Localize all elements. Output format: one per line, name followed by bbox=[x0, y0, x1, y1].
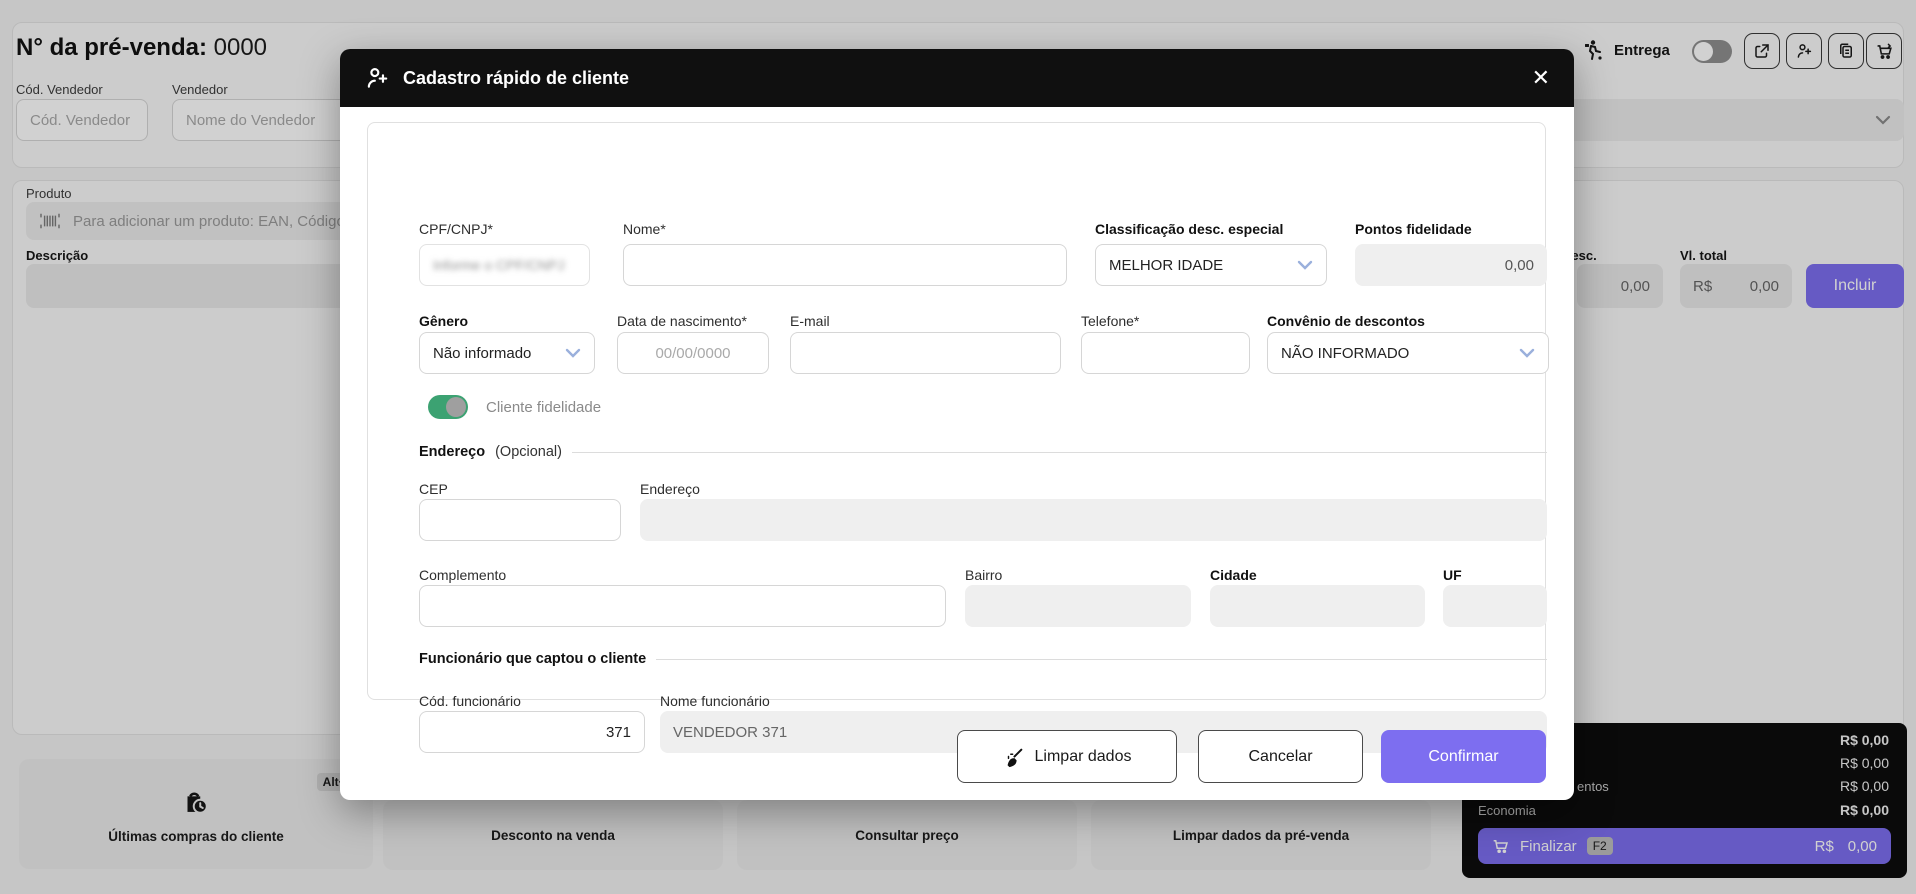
modal-title: Cadastro rápido de cliente bbox=[403, 68, 629, 89]
cpf-input[interactable]: Informe o CPF/CNPJ bbox=[419, 244, 590, 286]
complement-input[interactable] bbox=[419, 585, 946, 627]
cpf-label: CPF/CNPJ* bbox=[419, 221, 493, 237]
cep-field[interactable] bbox=[433, 512, 607, 529]
birthdate-field[interactable] bbox=[631, 345, 755, 362]
classification-value: MELHOR IDADE bbox=[1109, 257, 1223, 274]
birthdate-input[interactable] bbox=[617, 332, 769, 374]
person-add-icon bbox=[364, 65, 390, 91]
address-section-suffix: (Opcional) bbox=[495, 444, 562, 460]
employee-section-title: Funcionário que captou o cliente bbox=[419, 651, 646, 667]
address-input bbox=[640, 499, 1547, 541]
divider bbox=[656, 659, 1547, 660]
district-input bbox=[965, 585, 1191, 627]
email-field[interactable] bbox=[804, 345, 1047, 362]
phone-input[interactable] bbox=[1081, 332, 1250, 374]
close-icon[interactable]: ✕ bbox=[1532, 67, 1550, 89]
employee-section-header: Funcionário que captou o cliente bbox=[419, 651, 1547, 667]
name-input[interactable] bbox=[623, 244, 1067, 286]
classification-label: Classificação desc. especial bbox=[1095, 221, 1283, 237]
employee-name-value: VENDEDOR 371 bbox=[673, 724, 787, 741]
state-input bbox=[1443, 585, 1547, 627]
address-section-header: Endereço (Opcional) bbox=[419, 444, 1547, 460]
broom-icon bbox=[1003, 746, 1025, 768]
gender-value: Não informado bbox=[433, 345, 531, 362]
email-label: E-mail bbox=[790, 313, 830, 329]
clear-data-button[interactable]: Limpar dados bbox=[957, 730, 1177, 783]
chevron-down-icon bbox=[1297, 260, 1313, 270]
cep-input[interactable] bbox=[419, 499, 621, 541]
cep-label: CEP bbox=[419, 481, 448, 497]
discount-agreement-select[interactable]: NÃO INFORMADO bbox=[1267, 332, 1549, 374]
state-label: UF bbox=[1443, 567, 1462, 583]
name-field[interactable] bbox=[637, 257, 1053, 274]
phone-field[interactable] bbox=[1095, 345, 1236, 362]
confirm-button[interactable]: Confirmar bbox=[1381, 730, 1546, 783]
address-label: Endereço bbox=[640, 481, 700, 497]
loyalty-toggle[interactable] bbox=[428, 395, 468, 419]
employee-code-label: Cód. funcionário bbox=[419, 693, 521, 709]
modal-form-card: CPF/CNPJ* Informe o CPF/CNPJ Nome* Class… bbox=[367, 122, 1546, 700]
birthdate-label: Data de nascimento* bbox=[617, 313, 747, 329]
name-label: Nome* bbox=[623, 221, 666, 237]
discount-agreement-label: Convênio de descontos bbox=[1267, 313, 1425, 329]
district-label: Bairro bbox=[965, 567, 1002, 583]
loyalty-points-input: 0,00 bbox=[1355, 244, 1547, 286]
cpf-placeholder: Informe o CPF/CNPJ bbox=[433, 257, 564, 273]
complement-label: Complemento bbox=[419, 567, 506, 583]
cancel-button[interactable]: Cancelar bbox=[1198, 730, 1363, 783]
loyalty-points-label: Pontos fidelidade bbox=[1355, 221, 1472, 237]
address-section-title: Endereço bbox=[419, 444, 485, 460]
gender-select[interactable]: Não informado bbox=[419, 332, 595, 374]
confirm-label: Confirmar bbox=[1428, 748, 1498, 766]
loyalty-toggle-label: Cliente fidelidade bbox=[486, 399, 601, 416]
gender-label: Gênero bbox=[419, 313, 468, 329]
loyalty-points-value: 0,00 bbox=[1505, 257, 1534, 274]
email-input[interactable] bbox=[790, 332, 1061, 374]
discount-agreement-value: NÃO INFORMADO bbox=[1281, 345, 1409, 362]
chevron-down-icon bbox=[565, 348, 581, 358]
loyalty-toggle-knob bbox=[446, 397, 466, 417]
phone-label: Telefone* bbox=[1081, 313, 1139, 329]
employee-name-label: Nome funcionário bbox=[660, 693, 770, 709]
quick-customer-modal: Cadastro rápido de cliente ✕ CPF/CNPJ* I… bbox=[340, 49, 1574, 800]
classification-select[interactable]: MELHOR IDADE bbox=[1095, 244, 1327, 286]
chevron-down-icon bbox=[1519, 348, 1535, 358]
modal-header: Cadastro rápido de cliente ✕ bbox=[340, 49, 1574, 107]
employee-code-field[interactable] bbox=[433, 724, 631, 741]
city-label: Cidade bbox=[1210, 567, 1257, 583]
cancel-label: Cancelar bbox=[1248, 748, 1312, 766]
employee-code-input[interactable] bbox=[419, 711, 645, 753]
city-input bbox=[1210, 585, 1425, 627]
divider bbox=[572, 452, 1547, 453]
clear-data-label: Limpar dados bbox=[1035, 748, 1132, 766]
complement-field[interactable] bbox=[433, 598, 932, 615]
